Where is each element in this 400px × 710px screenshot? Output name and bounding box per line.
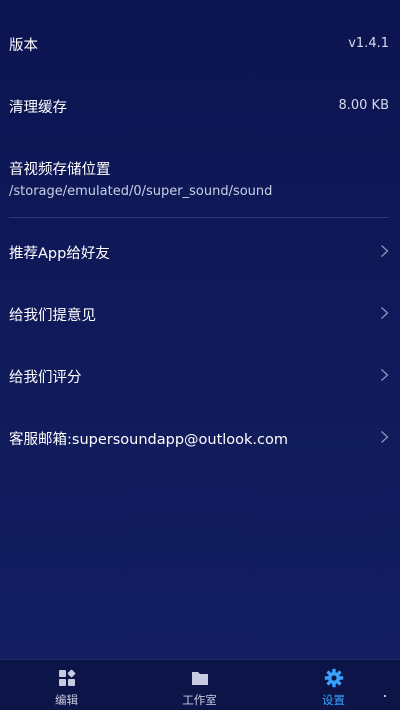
tab-studio[interactable]: 工作室 <box>133 660 266 710</box>
chevron-right-icon <box>381 245 389 257</box>
storage-location-row[interactable]: 音视频存储位置 /storage/emulated/0/super_sound/… <box>0 156 400 204</box>
storage-path: /storage/emulated/0/super_sound/sound <box>9 184 273 199</box>
section-divider <box>9 217 389 218</box>
recommend-app-row[interactable]: 推荐App给好友 <box>0 240 400 264</box>
gear-icon <box>324 668 343 688</box>
recommend-app-label: 推荐App给好友 <box>9 246 110 262</box>
chevron-right-icon <box>381 431 389 443</box>
cache-size-value: 8.00 KB <box>338 98 389 113</box>
chevron-right-icon <box>381 369 389 381</box>
tab-settings[interactable]: 设置 <box>267 660 400 710</box>
folder-icon <box>191 672 208 685</box>
edit-grid-icon <box>58 669 75 686</box>
rate-us-label: 给我们评分 <box>9 370 82 386</box>
rate-us-row[interactable]: 给我们评分 <box>0 364 400 388</box>
bottom-tab-bar: 编辑 工作室 设置 <box>0 659 400 710</box>
support-email-label: 客服邮箱:supersoundapp@outlook.com <box>9 432 289 448</box>
support-email-row[interactable]: 客服邮箱:supersoundapp@outlook.com <box>0 426 400 450</box>
tab-studio-label: 工作室 <box>182 693 217 707</box>
decorative-dot <box>384 695 386 697</box>
tab-settings-label: 设置 <box>322 693 345 707</box>
version-label: 版本 <box>9 38 38 54</box>
clear-cache-label: 清理缓存 <box>9 100 67 116</box>
tab-edit-label: 编辑 <box>55 693 78 707</box>
storage-location-label: 音视频存储位置 <box>9 162 111 178</box>
feedback-row[interactable]: 给我们提意见 <box>0 302 400 326</box>
version-value: v1.4.1 <box>348 36 389 51</box>
tab-edit[interactable]: 编辑 <box>0 660 133 710</box>
feedback-label: 给我们提意见 <box>9 308 96 324</box>
clear-cache-row[interactable]: 清理缓存 8.00 KB <box>0 94 400 118</box>
chevron-right-icon <box>381 307 389 319</box>
version-row: 版本 v1.4.1 <box>0 32 400 56</box>
